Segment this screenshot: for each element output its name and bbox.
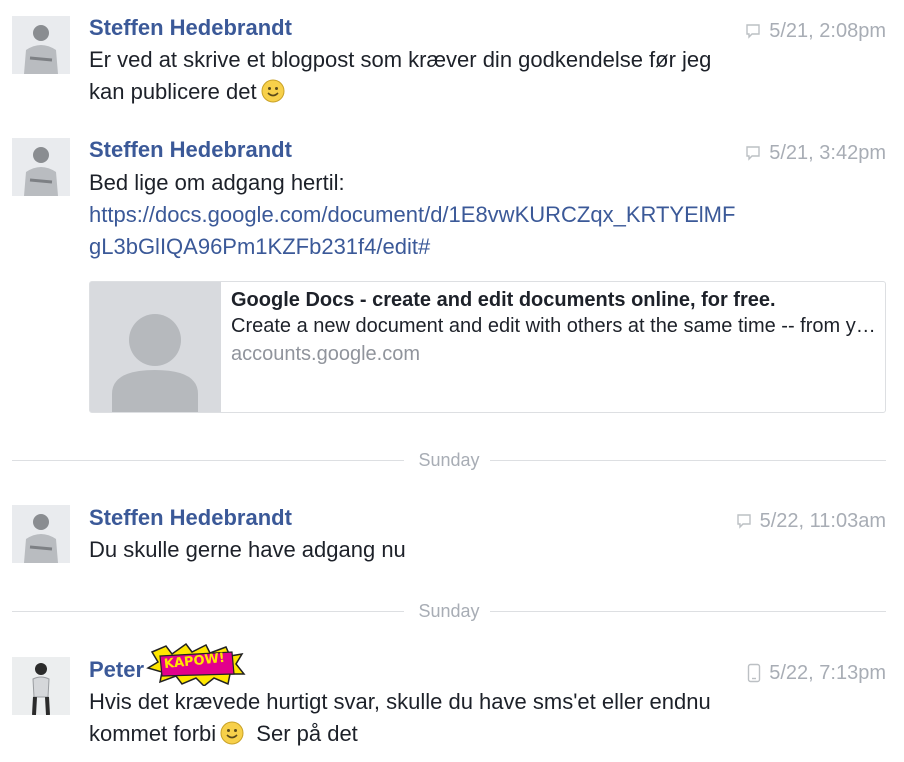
mobile-phone-icon	[747, 663, 761, 683]
message-text-line: kommet forbi Ser på det	[89, 718, 358, 754]
avatar[interactable]	[12, 657, 70, 715]
message-text: kommet forbi	[89, 721, 217, 746]
preview-thumbnail	[90, 282, 221, 412]
avatar[interactable]	[12, 16, 70, 74]
sender-name[interactable]: Steffen Hedebrandt	[89, 505, 292, 531]
sender-name[interactable]: Steffen Hedebrandt	[89, 137, 292, 163]
person-photo-icon	[12, 657, 70, 715]
message-text: Er ved at skrive et blogpost som kræver …	[89, 47, 712, 72]
message-meta: 5/22, 7:13pm	[747, 660, 886, 686]
message-text: Bed lige om adgang hertil:	[89, 170, 345, 195]
avatar[interactable]	[12, 505, 70, 563]
timestamp: 5/22, 11:03am	[759, 510, 886, 532]
message-text: Ser på det	[256, 721, 358, 746]
date-divider: Sunday	[12, 599, 886, 623]
divider-line	[490, 611, 886, 612]
preview-title: Google Docs - create and edit documents …	[231, 289, 776, 311]
divider-line	[490, 460, 886, 461]
message-text: Hvis det krævede hurtigt svar, skulle du…	[89, 689, 711, 714]
placeholder-person-icon	[90, 282, 221, 412]
comment-icon	[745, 23, 761, 39]
sender-name[interactable]: Peter	[89, 657, 144, 683]
comment-icon	[745, 145, 761, 161]
sender-name[interactable]: Steffen Hedebrandt	[89, 15, 292, 41]
message-text-line: kan publicere det	[89, 76, 285, 112]
preview-description: Create a new document and edit with othe…	[231, 315, 876, 337]
message-link[interactable]: https://docs.google.com/document/d/1E8vw…	[89, 199, 735, 231]
link-preview-card[interactable]: Google Docs - create and edit documents …	[89, 281, 886, 413]
avatar[interactable]	[12, 138, 70, 196]
preview-domain: accounts.google.com	[231, 343, 421, 365]
message-link[interactable]: gL3bGlIQA96Pm1KZFb231f4/edit#	[89, 231, 430, 263]
timestamp: 5/21, 3:42pm	[769, 142, 886, 164]
message-meta: 5/21, 2:08pm	[745, 18, 886, 44]
message-text: Du skulle gerne have adgang nu	[89, 537, 406, 562]
message-meta: 5/22, 11:03am	[736, 508, 886, 534]
person-photo-icon	[12, 16, 70, 74]
message-text: kan publicere det	[89, 79, 257, 104]
smiley-emoji-icon	[220, 721, 244, 754]
timestamp: 5/21, 2:08pm	[769, 20, 886, 42]
kapow-badge: KAPOW!	[146, 642, 246, 688]
person-photo-icon	[12, 138, 70, 196]
timestamp: 5/22, 7:13pm	[769, 662, 886, 684]
person-photo-icon	[12, 505, 70, 563]
date-divider: Sunday	[12, 448, 886, 472]
smiley-emoji-icon	[261, 79, 285, 112]
comment-icon	[736, 513, 752, 529]
message-meta: 5/21, 3:42pm	[745, 140, 886, 166]
